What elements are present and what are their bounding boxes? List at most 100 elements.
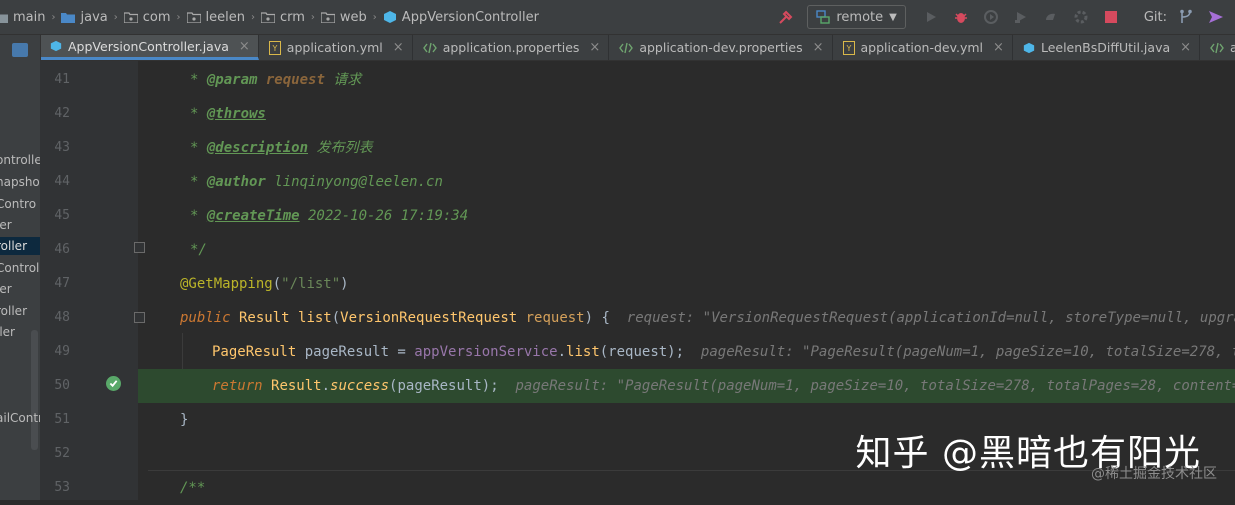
git-branch-icon[interactable] [1175,6,1197,28]
tab-label: application-product.pr [1230,40,1235,55]
project-tree-item[interactable]: ler [0,216,40,234]
tab-label: application.properties [442,40,580,55]
tab-0[interactable]: AppVersionController.java × [40,35,259,60]
tab-3[interactable]: application-dev.properties × [609,35,833,60]
java-class-icon [50,40,62,52]
source-folder-icon [61,12,76,23]
package-icon [320,11,335,23]
git-push-icon[interactable] [1205,6,1227,28]
profile-icon[interactable] [1010,6,1032,28]
line-number: 52 [54,446,70,461]
line-number: 42 [54,106,70,121]
project-tree-item[interactable]: Contro [0,195,40,213]
project-tool-icon[interactable] [12,43,28,57]
breadcrumb-item-crm[interactable]: crm [260,10,305,25]
folder-icon [0,14,8,23]
java-class-icon [383,11,396,23]
tab-5[interactable]: LeelenBsDiffUtil.java × [1013,35,1201,60]
close-tab-icon[interactable]: × [239,39,250,54]
properties-file-icon [619,42,634,54]
tab-label: AppVersionController.java [68,38,229,54]
project-panel: ontrolle napsho Contro ler roller Control ler r… [0,35,41,500]
line-number: 48 [54,310,70,325]
debug-inline-value: request: "VersionRequestRequest(applicat… [609,310,1235,326]
close-tab-icon[interactable]: × [393,40,404,55]
debug-inline-value: pageResult: "PageResult(pageNum=1, pageS… [684,344,1235,360]
build-hammer-icon[interactable] [775,6,797,28]
project-tree-item[interactable]: Control [0,259,40,277]
tab-4[interactable]: Yapplication-dev.yml × [833,35,1013,60]
code-line-42[interactable]: * @throws [138,97,1235,131]
line-number: 49 [54,344,70,359]
line-number: 46 [54,242,70,257]
tab-2[interactable]: application.properties × [413,35,610,60]
code-line-41[interactable]: * @param request 请求 [138,63,1235,97]
line-number: 50 [54,378,70,393]
svg-text:Y: Y [845,44,851,53]
chevron-down-icon: ▼ [889,11,897,23]
close-tab-icon[interactable]: × [993,40,1004,55]
remote-config-icon [816,10,831,24]
breadcrumb-item-leelen[interactable]: leelen [186,10,245,25]
run-config-selector[interactable]: remote ▼ [807,5,906,29]
line-number: 41 [54,72,70,87]
line-number: 43 [54,140,70,155]
project-scrollbar[interactable] [31,330,38,450]
project-tree-item[interactable]: roller [0,237,40,255]
code-line-48[interactable]: public Result list(VersionRequestRequest… [138,301,1235,335]
line-number: 47 [54,276,70,291]
coverage-icon[interactable] [980,6,1002,28]
project-tree-item[interactable]: napsho [0,173,40,191]
fold-marker-icon[interactable] [134,242,145,253]
code-line-46[interactable]: */ [138,233,1235,267]
git-label: Git: [1143,9,1167,25]
svg-text:Y: Y [271,44,277,53]
line-number: 44 [54,174,70,189]
properties-file-icon [1210,42,1224,54]
toolbar: remote ▼ Git: [771,0,1235,34]
code-line-45[interactable]: * @createTime 2022-10-26 17:19:34 [138,199,1235,233]
attach-icon[interactable] [1040,6,1062,28]
line-number: 51 [54,412,70,427]
project-tree-item[interactable]: ler [0,280,40,298]
yaml-file-icon: Y [842,40,855,55]
code-line-47[interactable]: @GetMapping("/list") [138,267,1235,301]
fold-marker-icon[interactable] [134,312,145,323]
close-tab-icon[interactable]: × [1180,40,1191,55]
code-line-50-current-execution[interactable]: return Result.success(pageResult); pageR… [138,369,1235,403]
chevron-right-icon: › [310,11,315,23]
close-tab-icon[interactable]: × [589,40,600,55]
breadcrumb: main › java › com › leelen › crm › web › [0,0,543,34]
project-tree-item[interactable]: ller [0,323,40,341]
tab-6[interactable]: application-product.pr [1200,35,1235,60]
yaml-file-icon: Y [268,40,281,55]
breadcrumb-item-com[interactable]: com [123,10,171,25]
project-tree-item[interactable]: ailContr [0,409,40,427]
chevron-right-icon: › [51,11,56,23]
code-line-49[interactable]: PageResult pageResult = appVersionServic… [138,335,1235,369]
code-line-43[interactable]: * @description 发布列表 [138,131,1235,165]
tab-1[interactable]: Yapplication.yml × [259,35,413,60]
navigation-bar: main › java › com › leelen › crm › web › [0,0,1235,35]
breadcrumb-item-class[interactable]: AppVersionController [383,10,539,25]
project-tree-item[interactable]: roller [0,302,40,320]
close-tab-icon[interactable]: × [813,40,824,55]
tab-label: application-dev.yml [860,40,984,55]
juejin-watermark: @稀土掘金技术社区 [1091,466,1217,482]
project-tree-item[interactable]: ontrolle [0,151,40,169]
chevron-right-icon: › [113,11,118,23]
package-icon [186,11,201,23]
debug-icon[interactable] [950,6,972,28]
tab-label: application-dev.properties [639,40,803,55]
package-icon [123,11,138,23]
settings-gear-icon[interactable] [1070,6,1092,28]
stop-icon[interactable] [1100,6,1122,28]
breakpoint-check-icon[interactable] [106,376,121,391]
run-icon[interactable] [920,6,942,28]
tab-label: LeelenBsDiffUtil.java [1040,40,1171,55]
breadcrumb-item-web[interactable]: web [320,10,367,25]
chevron-right-icon: › [372,11,377,23]
breadcrumb-item-main[interactable]: main [0,10,45,25]
breadcrumb-item-java[interactable]: java [61,10,108,25]
code-line-44[interactable]: * @author linqinyong@leelen.cn [138,165,1235,199]
